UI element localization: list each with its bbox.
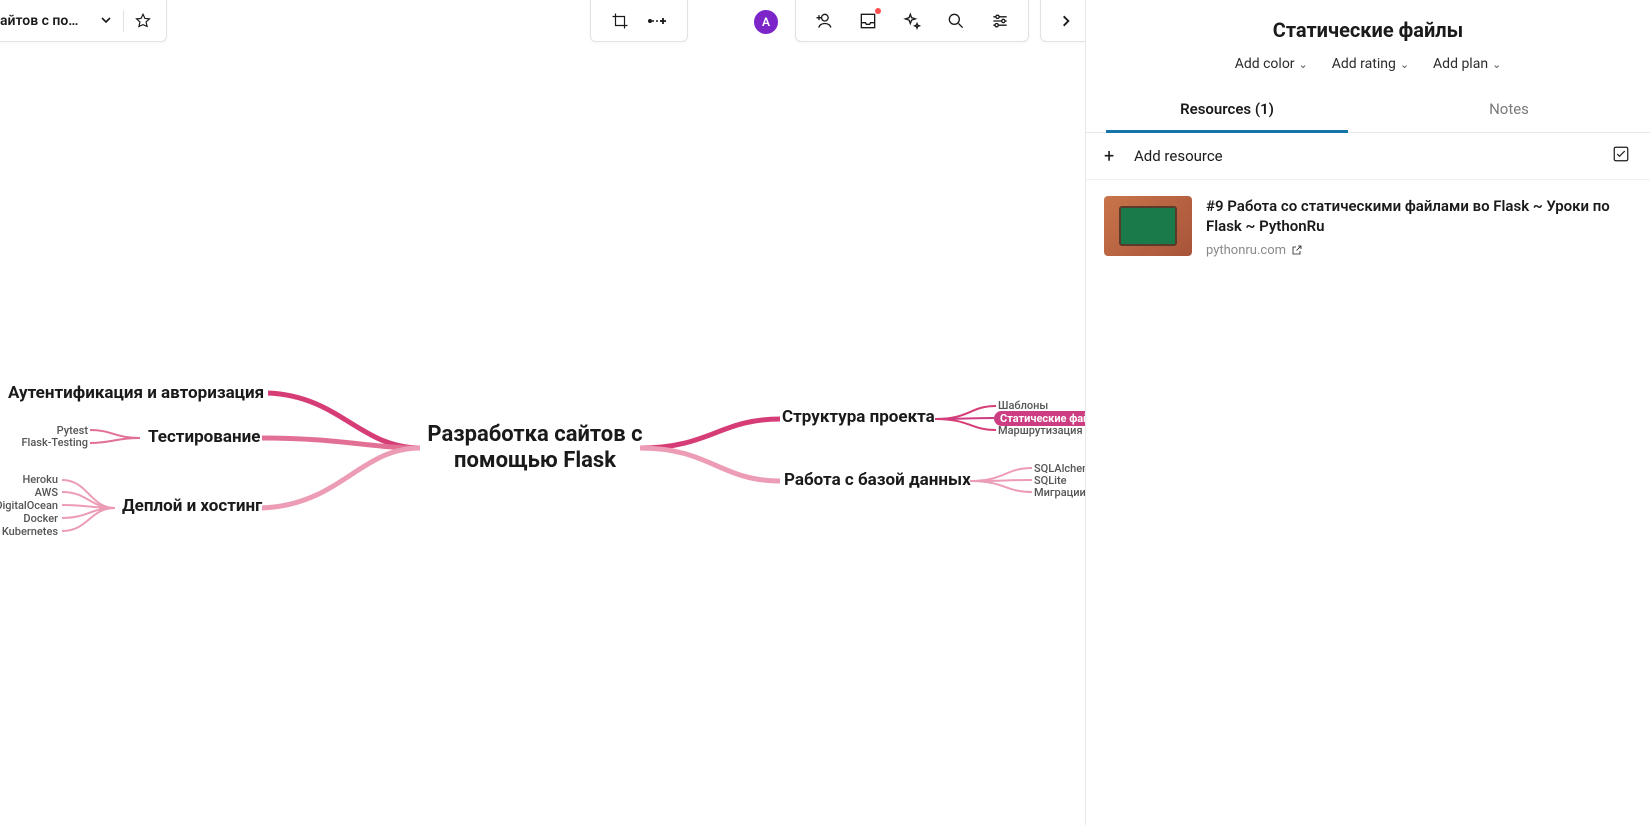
- leaf-kubernetes[interactable]: Kubernetes: [0, 525, 58, 538]
- sidebar-title: Статические файлы: [1086, 0, 1650, 56]
- tab-notes[interactable]: Notes: [1368, 86, 1650, 132]
- leaf-docker[interactable]: Docker: [0, 512, 58, 525]
- tab-resources[interactable]: Resources (1): [1086, 86, 1368, 132]
- leaf-digitalocean[interactable]: DigitalOcean: [0, 499, 58, 512]
- leaf-routing[interactable]: Маршрутизация: [998, 424, 1083, 437]
- node-deploy[interactable]: Деплой и хостинг: [122, 496, 262, 516]
- resource-item[interactable]: #9 Работа со статическими файлами во Fla…: [1086, 180, 1650, 274]
- add-resource-row[interactable]: + Add resource: [1086, 133, 1650, 180]
- plus-icon: +: [1104, 146, 1124, 167]
- node-center[interactable]: Разработка сайтов с помощью Flask: [415, 422, 655, 475]
- resource-source: pythonru.com: [1206, 243, 1632, 258]
- chevron-down-icon: ⌄: [1492, 58, 1501, 71]
- leaf-migrations[interactable]: Миграции: [1034, 486, 1086, 499]
- resource-title: #9 Работа со статическими файлами во Fla…: [1206, 196, 1632, 237]
- resource-thumbnail: [1104, 196, 1192, 256]
- node-testing[interactable]: Тестирование: [148, 427, 260, 447]
- node-auth[interactable]: Аутентификация и авторизация: [8, 383, 264, 403]
- chevron-down-icon: ⌄: [1299, 58, 1308, 71]
- details-sidebar: Статические файлы Add color⌄ Add rating⌄…: [1085, 0, 1650, 825]
- chevron-down-icon: ⌄: [1400, 58, 1409, 71]
- add-rating[interactable]: Add rating⌄: [1332, 56, 1409, 72]
- node-database[interactable]: Работа с базой данных: [784, 470, 971, 490]
- sidebar-tabs: Resources (1) Notes: [1086, 86, 1650, 133]
- add-color[interactable]: Add color⌄: [1235, 56, 1308, 72]
- leaf-heroku[interactable]: Heroku: [0, 473, 58, 486]
- node-structure[interactable]: Структура проекта: [782, 407, 935, 427]
- resource-body: #9 Работа со статическими файлами во Fla…: [1206, 196, 1632, 258]
- leaf-aws[interactable]: AWS: [0, 486, 58, 499]
- add-resource-label: Add resource: [1134, 147, 1612, 165]
- sidebar-meta: Add color⌄ Add rating⌄ Add plan⌄: [1086, 56, 1650, 86]
- add-plan[interactable]: Add plan⌄: [1433, 56, 1501, 72]
- external-link-icon: [1291, 244, 1303, 256]
- leaf-flask-testing[interactable]: Flask-Testing: [10, 436, 88, 449]
- checkbox-icon[interactable]: [1612, 145, 1632, 167]
